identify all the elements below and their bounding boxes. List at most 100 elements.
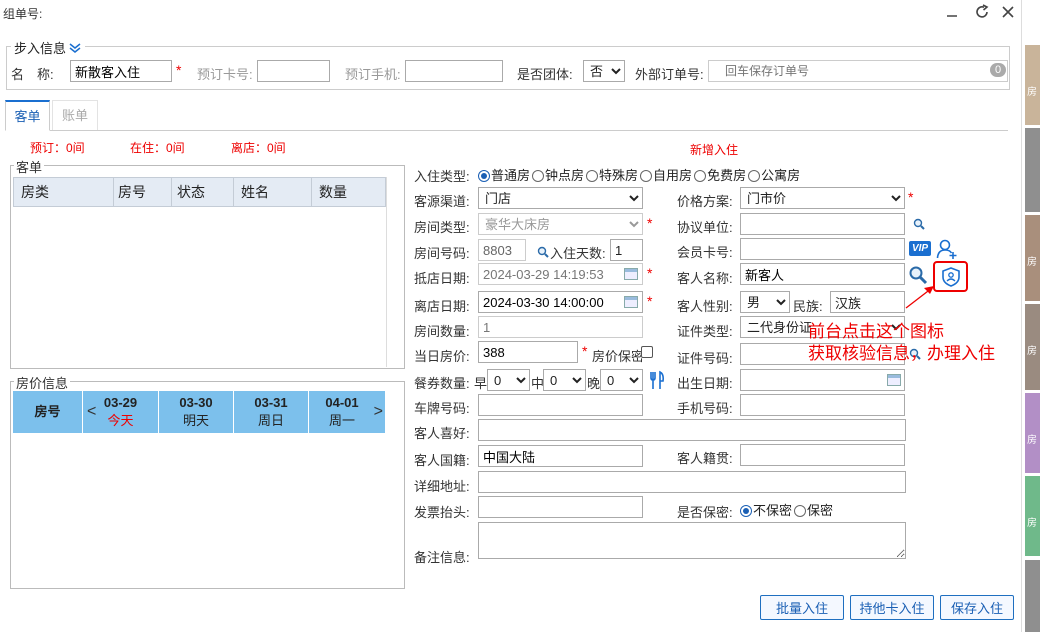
- gender-select[interactable]: 男: [740, 291, 790, 313]
- country-label: 客人国籍:: [414, 453, 470, 468]
- refresh-icon[interactable]: [972, 3, 992, 21]
- status-reserved: 预订：0间: [30, 141, 85, 155]
- room-type-select[interactable]: 豪华大床房: [478, 213, 643, 235]
- native-input[interactable]: [740, 444, 905, 466]
- source-select[interactable]: 门店: [478, 187, 643, 209]
- room-count-input[interactable]: [478, 316, 643, 338]
- invoice-input[interactable]: [478, 496, 643, 518]
- checkin-type-option[interactable]: 免费房: [694, 165, 746, 184]
- search-icon[interactable]: [912, 217, 926, 231]
- checkin-type-option[interactable]: 特殊房: [586, 165, 638, 184]
- column-header[interactable]: 房号: [114, 178, 172, 206]
- ethnic-input[interactable]: [830, 291, 905, 313]
- other-card-checkin-button[interactable]: 持他卡入住: [850, 595, 934, 620]
- price-legend: 房价信息: [14, 373, 71, 392]
- leave-date-input[interactable]: [478, 291, 643, 313]
- column-header[interactable]: 状态: [172, 178, 234, 206]
- day-date: 03-31: [254, 395, 288, 410]
- hobby-label: 客人喜好:: [414, 426, 470, 441]
- checkin-type-option[interactable]: 自用房: [640, 165, 692, 184]
- arrive-label: 抵店日期:: [414, 271, 470, 286]
- price-secret-checkbox[interactable]: [641, 346, 653, 358]
- hobby-input[interactable]: [478, 419, 906, 441]
- window-title: 组单号:: [3, 7, 43, 21]
- save-checkin-button[interactable]: 保存入住: [940, 595, 1014, 620]
- agreement-label: 协议单位:: [677, 220, 733, 235]
- calendar-icon[interactable]: [887, 374, 901, 386]
- meal-dinner-label: 晚: [587, 376, 601, 391]
- tab-order[interactable]: 客单: [5, 100, 50, 131]
- external-order-input[interactable]: [708, 60, 1008, 82]
- booking-phone-input[interactable]: [405, 60, 503, 82]
- batch-checkin-button[interactable]: 批量入住: [760, 595, 844, 620]
- plate-label: 车牌号码:: [414, 401, 470, 416]
- birthday-input[interactable]: [740, 369, 905, 391]
- annotation-arrow-icon: [905, 286, 934, 309]
- guest-name-input[interactable]: [740, 263, 905, 285]
- phone-input[interactable]: [740, 394, 905, 416]
- agreement-input[interactable]: [740, 213, 905, 235]
- secret-option-yes[interactable]: 保密: [794, 500, 833, 519]
- country-input[interactable]: [478, 445, 643, 467]
- room-header: 房号: [13, 391, 83, 433]
- fork-knife-icon[interactable]: [648, 369, 666, 391]
- day-name: 明天: [182, 413, 209, 428]
- name-label: 名 称:: [11, 67, 54, 82]
- price-day-cell: 03-31 周日: [234, 391, 309, 433]
- room-no-input[interactable]: [478, 239, 526, 261]
- plate-input[interactable]: [478, 394, 643, 416]
- annotation-line2: 获取核验信息，办理入住: [808, 344, 995, 363]
- day-price-input[interactable]: [478, 341, 578, 363]
- status-staying: 在住：0间: [130, 141, 185, 155]
- tab-bill[interactable]: 账单: [52, 100, 98, 130]
- remark-textarea[interactable]: [478, 522, 906, 559]
- search-icon[interactable]: [907, 264, 929, 286]
- meal-dinner-select[interactable]: 0: [600, 369, 643, 391]
- search-icon[interactable]: [536, 245, 550, 259]
- secret-radio-group: 不保密 保密: [740, 500, 833, 519]
- day-date: 04-01: [325, 395, 359, 410]
- address-input[interactable]: [478, 471, 906, 493]
- column-header[interactable]: 房类: [14, 178, 114, 206]
- external-order-label: 外部订单号:: [635, 67, 704, 82]
- booking-no-input[interactable]: [257, 60, 330, 82]
- external-count-badge: 0: [990, 63, 1006, 77]
- stepin-legend-text: 步入信息: [14, 41, 67, 56]
- price-plan-label: 价格方案:: [677, 194, 733, 209]
- checkin-type-option[interactable]: 公寓房: [748, 165, 800, 184]
- source-label: 客源渠道:: [414, 194, 470, 209]
- order-scrollbar-track[interactable]: [386, 177, 387, 367]
- vip-icon[interactable]: VIP: [909, 241, 931, 256]
- price-day-cell: 03-30 明天: [159, 391, 234, 433]
- checkin-type-option[interactable]: 普通房: [478, 165, 530, 184]
- group-select[interactable]: 否: [583, 60, 625, 82]
- checkin-type-label: 入住类型:: [414, 169, 470, 184]
- price-plan-select[interactable]: 门市价: [740, 187, 905, 209]
- stepin-legend[interactable]: 步入信息: [11, 38, 86, 57]
- calendar-icon[interactable]: [624, 296, 638, 308]
- days-input[interactable]: [610, 239, 643, 261]
- room-type-label: 房间类型:: [414, 220, 470, 235]
- arrive-date-input[interactable]: [478, 263, 643, 285]
- price-secret-label: 房价保密: [592, 349, 645, 364]
- next-arrow-icon[interactable]: >: [374, 403, 383, 421]
- member-input[interactable]: [740, 238, 905, 260]
- leave-label: 离店日期:: [414, 299, 470, 314]
- add-user-icon[interactable]: [936, 238, 958, 260]
- meal-breakfast-select[interactable]: 0: [487, 369, 530, 391]
- minimize-icon[interactable]: [942, 3, 962, 21]
- close-icon[interactable]: [998, 3, 1018, 21]
- prev-arrow-icon[interactable]: <: [87, 403, 96, 421]
- calendar-icon[interactable]: [624, 268, 638, 280]
- secret-option-no[interactable]: 不保密: [740, 500, 792, 519]
- day-date: 03-30: [179, 395, 213, 410]
- column-header[interactable]: 姓名: [234, 178, 312, 206]
- name-input[interactable]: [70, 60, 172, 82]
- id-verify-shield-icon[interactable]: [939, 265, 963, 289]
- column-header[interactable]: 数量: [312, 178, 385, 206]
- booking-no-label: 预订卡号:: [197, 67, 253, 82]
- checkin-type-option[interactable]: 钟点房: [532, 165, 584, 184]
- required-mark: *: [647, 265, 653, 281]
- meal-lunch-select[interactable]: 0: [543, 369, 586, 391]
- native-label: 客人籍贯:: [677, 451, 733, 466]
